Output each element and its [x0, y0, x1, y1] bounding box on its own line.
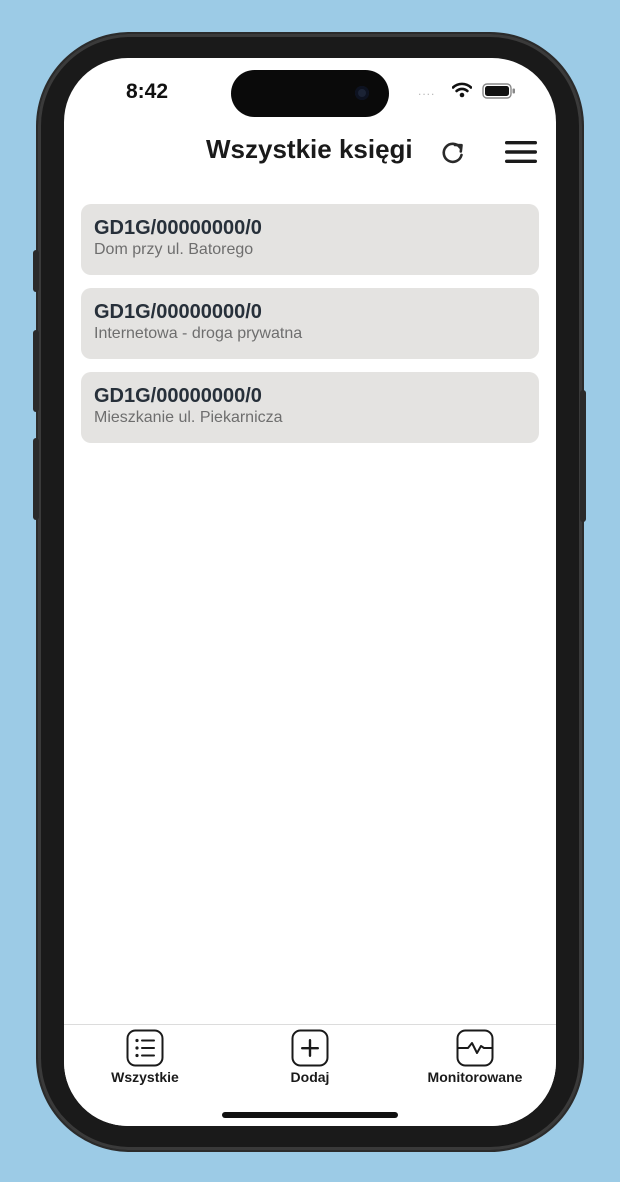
wifi-icon — [452, 82, 472, 98]
book-item[interactable]: GD1G/00000000/0 Dom przy ul. Batorego — [81, 204, 539, 275]
page-title: Wszystkie księgi — [206, 134, 413, 164]
tab-wszystkie[interactable]: Wszystkie — [70, 1029, 220, 1085]
signal-dots: .... — [418, 84, 436, 98]
dynamic-island — [231, 70, 389, 117]
hamburger-menu-icon[interactable] — [504, 138, 538, 166]
volume-up-button — [33, 330, 39, 412]
book-description: Internetowa - droga prywatna — [94, 325, 303, 342]
list-icon — [126, 1029, 164, 1067]
book-number: GD1G/00000000/0 — [94, 217, 262, 239]
backdrop: 8:42 .... Wszystkie księgi GD1G/00000000… — [0, 0, 620, 1182]
battery-icon — [482, 83, 515, 99]
book-description: Dom przy ul. Batorego — [94, 241, 254, 258]
refresh-icon[interactable] — [438, 138, 468, 168]
tab-monitorowane[interactable]: Monitorowane — [400, 1029, 550, 1085]
screen: 8:42 .... Wszystkie księgi GD1G/00000000… — [64, 58, 556, 1126]
action-button — [33, 250, 39, 292]
plus-icon — [291, 1029, 329, 1067]
book-list: GD1G/00000000/0 Dom przy ul. Batorego GD… — [81, 204, 539, 456]
volume-down-button — [33, 438, 39, 520]
book-item[interactable]: GD1G/00000000/0 Internetowa - droga pryw… — [81, 288, 539, 359]
book-number: GD1G/00000000/0 — [94, 301, 262, 323]
tab-label: Monitorowane — [427, 1069, 523, 1085]
book-description: Mieszkanie ul. Piekarnicza — [94, 409, 283, 426]
book-item[interactable]: GD1G/00000000/0 Mieszkanie ul. Piekarnic… — [81, 372, 539, 443]
tab-bar: Wszystkie Dodaj Monitorowane — [64, 1024, 556, 1126]
tab-dodaj[interactable]: Dodaj — [235, 1029, 385, 1085]
camera-icon — [355, 86, 369, 100]
tab-label: Wszystkie — [111, 1069, 179, 1085]
pulse-monitor-icon — [456, 1029, 494, 1067]
home-indicator[interactable] — [222, 1112, 398, 1118]
book-number: GD1G/00000000/0 — [94, 385, 262, 407]
tab-label: Dodaj — [290, 1069, 330, 1085]
status-time: 8:42 — [126, 80, 169, 103]
power-button — [580, 390, 586, 522]
